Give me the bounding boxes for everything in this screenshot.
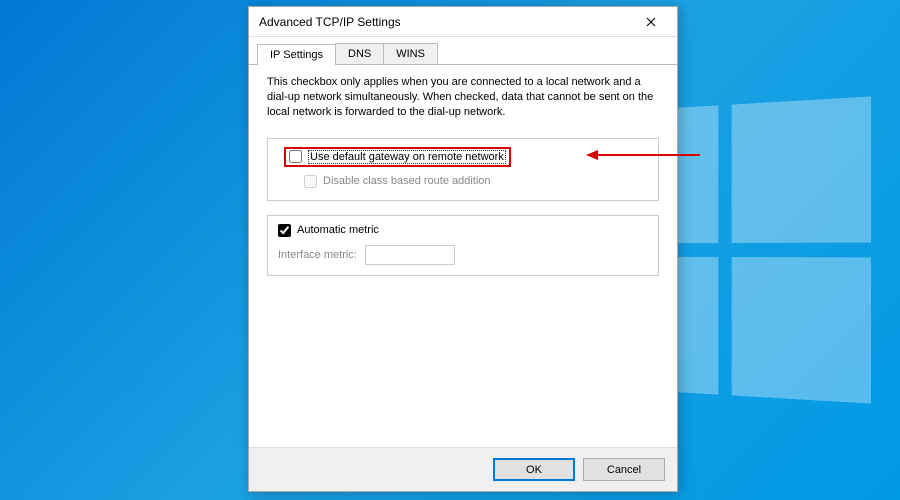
tab-content: This checkbox only applies when you are … (249, 65, 677, 447)
tab-dns[interactable]: DNS (335, 43, 384, 64)
checkbox-automatic-metric[interactable] (278, 224, 291, 237)
label-disable-route[interactable]: Disable class based route addition (323, 175, 491, 187)
annotation-highlight: Use default gateway on remote network (284, 147, 511, 167)
ok-button[interactable]: OK (493, 458, 575, 481)
tab-wins[interactable]: WINS (383, 43, 438, 64)
input-interface-metric[interactable] (365, 245, 455, 265)
cancel-button[interactable]: Cancel (583, 458, 665, 481)
metric-groupbox: Automatic metric Interface metric: (267, 215, 659, 276)
advanced-tcpip-dialog: Advanced TCP/IP Settings IP Settings DNS… (248, 6, 678, 492)
window-title: Advanced TCP/IP Settings (259, 15, 629, 29)
dialog-footer: OK Cancel (249, 447, 677, 491)
checkbox-default-gateway[interactable] (289, 150, 302, 163)
label-automatic-metric[interactable]: Automatic metric (297, 224, 379, 236)
tab-ip-settings[interactable]: IP Settings (257, 44, 336, 65)
tab-strip: IP Settings DNS WINS (249, 37, 677, 65)
checkbox-disable-route[interactable] (304, 175, 317, 188)
description-text: This checkbox only applies when you are … (267, 75, 659, 120)
desktop-background: Advanced TCP/IP Settings IP Settings DNS… (0, 0, 900, 500)
label-default-gateway[interactable]: Use default gateway on remote network (308, 150, 506, 164)
title-bar: Advanced TCP/IP Settings (249, 7, 677, 37)
close-icon (646, 17, 656, 27)
label-interface-metric: Interface metric: (278, 249, 357, 261)
close-button[interactable] (629, 8, 673, 36)
gateway-groupbox: Use default gateway on remote network Di… (267, 138, 659, 201)
